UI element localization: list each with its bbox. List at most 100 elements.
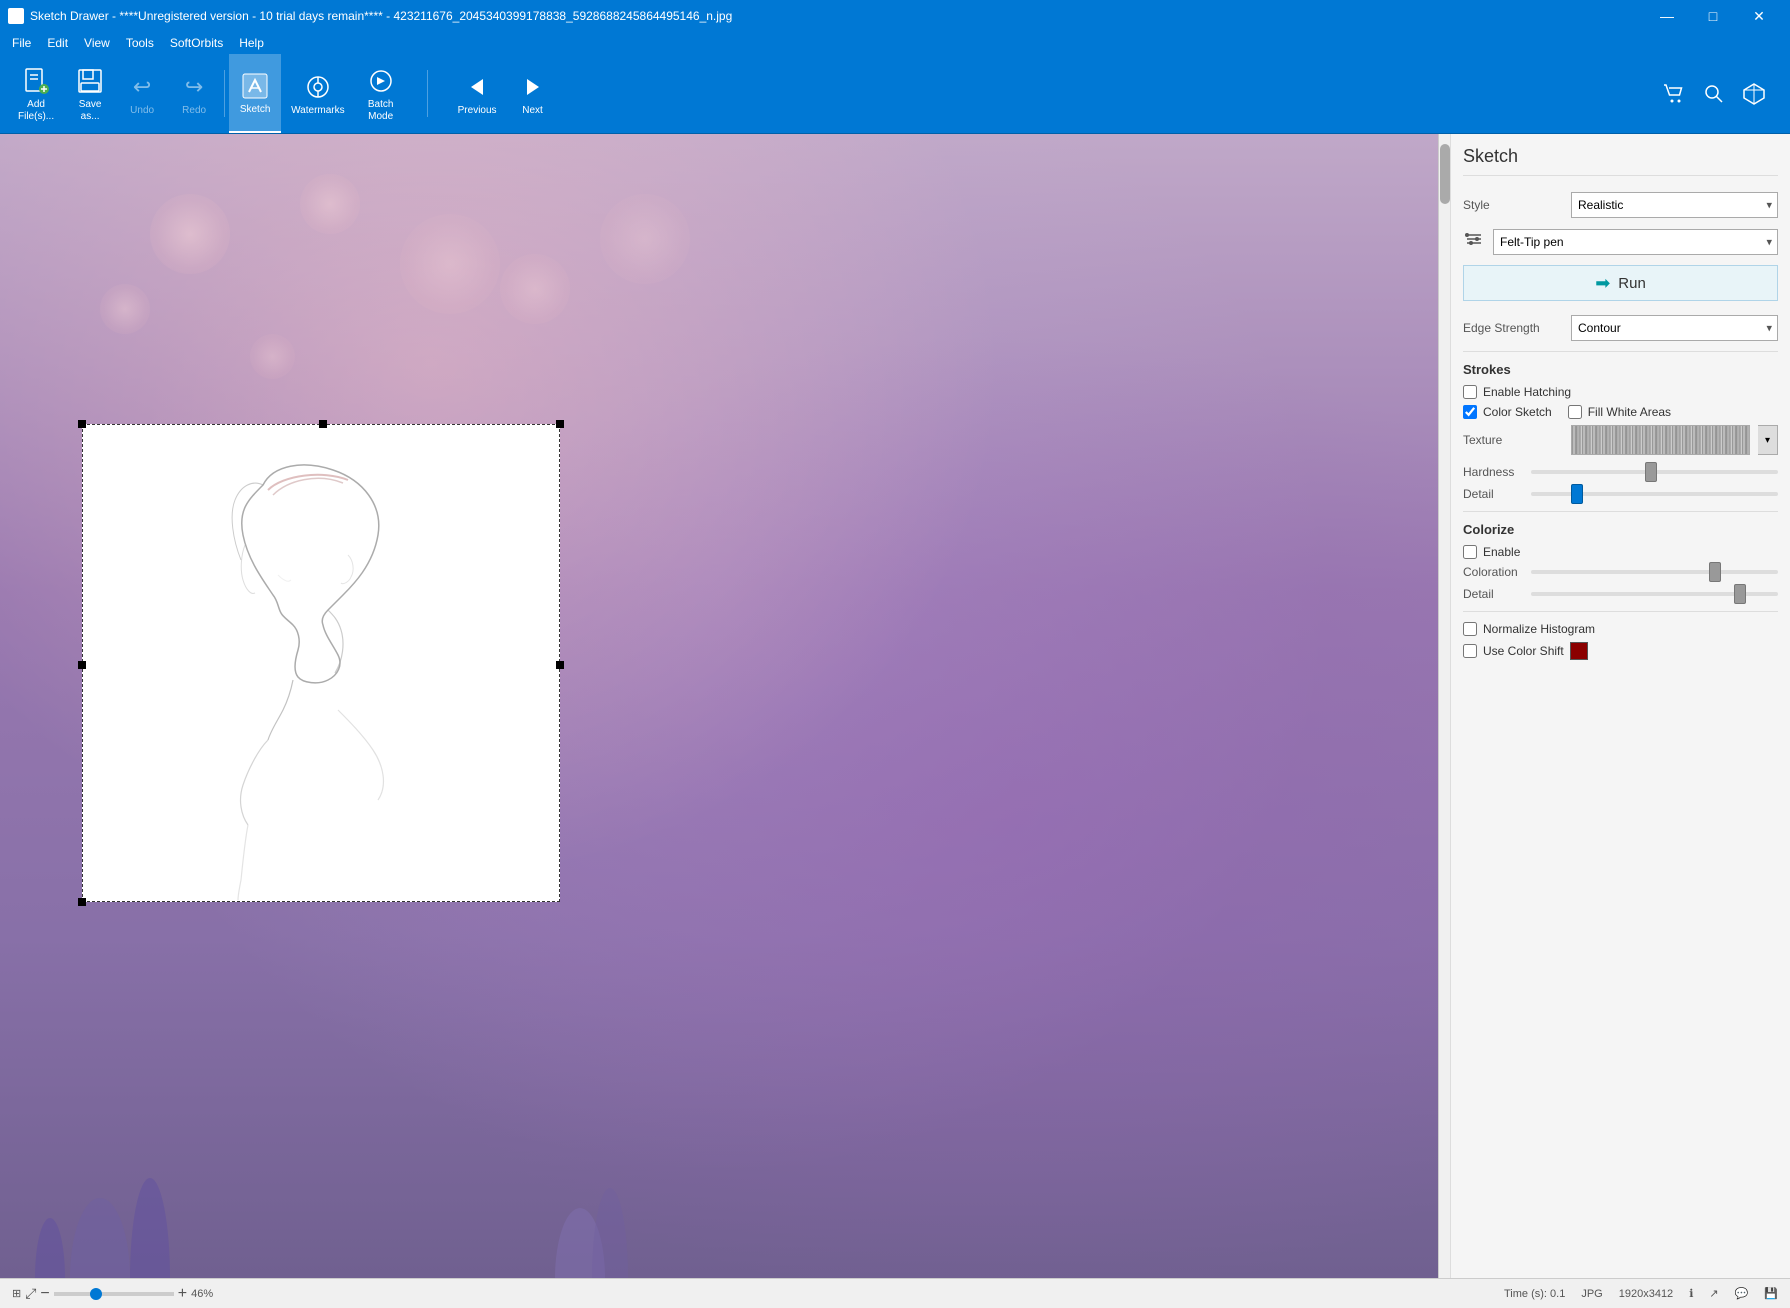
toolbar-main-group: AddFile(s)... Saveas... ↩ Undo ↪ Redo bbox=[8, 54, 407, 133]
style-select[interactable]: Realistic Comic Pencil bbox=[1571, 192, 1778, 218]
colorize-detail-thumb[interactable] bbox=[1734, 584, 1746, 604]
detail-label: Detail bbox=[1463, 487, 1523, 501]
maximize-button[interactable]: □ bbox=[1690, 0, 1736, 32]
menu-tools[interactable]: Tools bbox=[118, 34, 162, 52]
save-as-button[interactable]: Saveas... bbox=[64, 54, 116, 133]
bokeh-1 bbox=[150, 194, 230, 274]
edge-strength-label: Edge Strength bbox=[1463, 321, 1563, 335]
zoom-plus-button[interactable]: + bbox=[178, 1285, 187, 1303]
scroll-bar[interactable] bbox=[1438, 134, 1450, 1278]
canvas-area[interactable] bbox=[0, 134, 1438, 1278]
colorize-detail-row: Detail bbox=[1463, 587, 1778, 601]
close-button[interactable]: ✕ bbox=[1736, 0, 1782, 32]
cube-icon[interactable] bbox=[1738, 78, 1770, 110]
run-button[interactable]: ➡ Run bbox=[1463, 265, 1778, 301]
status-bar: ⊞ ⤢ − + 46% Time (s): 0.1 JPG 1920x3412 … bbox=[0, 1278, 1790, 1308]
normalize-histogram-checkbox[interactable] bbox=[1463, 622, 1477, 636]
color-shift-swatch[interactable] bbox=[1570, 642, 1588, 660]
zoom-fit-icon[interactable]: ⊞ bbox=[12, 1287, 21, 1300]
format-value: JPG bbox=[1581, 1288, 1602, 1300]
toolbar-sep-2 bbox=[427, 70, 428, 117]
undo-label: Undo bbox=[130, 105, 154, 116]
run-label: Run bbox=[1618, 275, 1646, 292]
coloration-thumb[interactable] bbox=[1709, 562, 1721, 582]
zoom-actual-icon[interactable]: ⤢ bbox=[25, 1285, 36, 1302]
previous-icon bbox=[461, 71, 493, 103]
sidebar: Sketch Style Realistic Comic Pencil bbox=[1450, 134, 1790, 1278]
next-button[interactable]: Next bbox=[507, 54, 559, 133]
color-sketch-checkbox[interactable] bbox=[1463, 405, 1477, 419]
detail-thumb[interactable] bbox=[1571, 484, 1583, 504]
colorize-detail-track[interactable] bbox=[1531, 592, 1778, 596]
colorize-enable-label[interactable]: Enable bbox=[1483, 545, 1520, 559]
undo-button[interactable]: ↩ Undo bbox=[116, 54, 168, 133]
coloration-label: Coloration bbox=[1463, 565, 1523, 579]
zoom-controls: ⊞ ⤢ − + 46% bbox=[12, 1285, 226, 1303]
cart-icon[interactable] bbox=[1658, 78, 1690, 110]
batch-mode-button[interactable]: BatchMode bbox=[355, 54, 407, 133]
color-shift-checkbox[interactable] bbox=[1463, 644, 1477, 658]
menu-help[interactable]: Help bbox=[231, 34, 272, 52]
enable-hatching-row: Enable Hatching bbox=[1463, 385, 1778, 399]
enable-hatching-checkbox[interactable] bbox=[1463, 385, 1477, 399]
scroll-thumb[interactable] bbox=[1440, 144, 1450, 204]
sketch-button[interactable]: Sketch bbox=[229, 54, 281, 133]
menu-file[interactable]: File bbox=[4, 34, 39, 52]
presets-select[interactable]: Felt-Tip pen Pencil Charcoal bbox=[1493, 229, 1778, 255]
colorize-enable-row: Enable bbox=[1463, 545, 1778, 559]
color-shift-row: Use Color Shift bbox=[1463, 642, 1778, 660]
menu-view[interactable]: View bbox=[76, 34, 118, 52]
info-icon[interactable]: ℹ bbox=[1689, 1287, 1693, 1300]
zoom-thumb[interactable] bbox=[90, 1288, 102, 1300]
divider-normalize bbox=[1463, 611, 1778, 612]
handle-top-right[interactable] bbox=[556, 420, 564, 428]
search-icon[interactable] bbox=[1698, 78, 1730, 110]
previous-button[interactable]: Previous bbox=[448, 54, 507, 133]
zoom-minus-button[interactable]: − bbox=[40, 1285, 49, 1303]
next-label: Next bbox=[522, 105, 543, 116]
fill-white-areas-checkbox[interactable] bbox=[1568, 405, 1582, 419]
minimize-button[interactable]: — bbox=[1644, 0, 1690, 32]
strokes-section-title: Strokes bbox=[1463, 362, 1778, 377]
handle-mid-right[interactable] bbox=[556, 661, 564, 669]
color-sketch-row: Color Sketch Fill White Areas bbox=[1463, 405, 1778, 419]
coloration-track[interactable] bbox=[1531, 570, 1778, 574]
feedback-icon[interactable]: 💬 bbox=[1735, 1287, 1749, 1300]
add-file-label: AddFile(s)... bbox=[18, 99, 54, 123]
watermarks-button[interactable]: Watermarks bbox=[281, 54, 355, 133]
handle-top-left[interactable] bbox=[78, 420, 86, 428]
normalize-histogram-label[interactable]: Normalize Histogram bbox=[1483, 622, 1595, 636]
handle-top-center[interactable] bbox=[319, 420, 327, 428]
texture-row: Texture ▾ bbox=[1463, 425, 1778, 455]
handle-bottom-left[interactable] bbox=[78, 898, 86, 906]
bokeh-6 bbox=[600, 194, 690, 284]
zoom-slider[interactable] bbox=[54, 1292, 174, 1296]
fill-white-areas-label[interactable]: Fill White Areas bbox=[1588, 405, 1671, 419]
detail-track[interactable] bbox=[1531, 492, 1778, 496]
hardness-track[interactable] bbox=[1531, 470, 1778, 474]
divider-strokes bbox=[1463, 351, 1778, 352]
redo-button[interactable]: ↪ Redo bbox=[168, 54, 220, 133]
color-sketch-label[interactable]: Color Sketch bbox=[1483, 405, 1552, 419]
enable-hatching-label[interactable]: Enable Hatching bbox=[1483, 385, 1571, 399]
watermarks-icon bbox=[302, 71, 334, 103]
texture-preview[interactable] bbox=[1571, 425, 1750, 455]
add-file-button[interactable]: AddFile(s)... bbox=[8, 54, 64, 133]
detail-row: Detail bbox=[1463, 487, 1778, 501]
colorize-detail-label: Detail bbox=[1463, 587, 1523, 601]
hardness-label: Hardness bbox=[1463, 465, 1523, 479]
hardness-thumb[interactable] bbox=[1645, 462, 1657, 482]
export-icon[interactable]: ↗ bbox=[1709, 1287, 1718, 1300]
menu-edit[interactable]: Edit bbox=[39, 34, 76, 52]
hardness-row: Hardness bbox=[1463, 465, 1778, 479]
menu-softorbits[interactable]: SoftOrbits bbox=[162, 34, 231, 52]
handle-mid-left[interactable] bbox=[78, 661, 86, 669]
save-status-icon[interactable]: 💾 bbox=[1764, 1287, 1778, 1300]
sketch-canvas[interactable] bbox=[82, 424, 560, 902]
edge-strength-select[interactable]: Contour Normal Strong bbox=[1571, 315, 1778, 341]
color-shift-label[interactable]: Use Color Shift bbox=[1483, 644, 1564, 658]
time-value: Time (s): 0.1 bbox=[1504, 1288, 1565, 1300]
texture-dropdown-btn[interactable]: ▾ bbox=[1758, 425, 1778, 455]
sketch-label: Sketch bbox=[240, 104, 271, 115]
colorize-enable-checkbox[interactable] bbox=[1463, 545, 1477, 559]
